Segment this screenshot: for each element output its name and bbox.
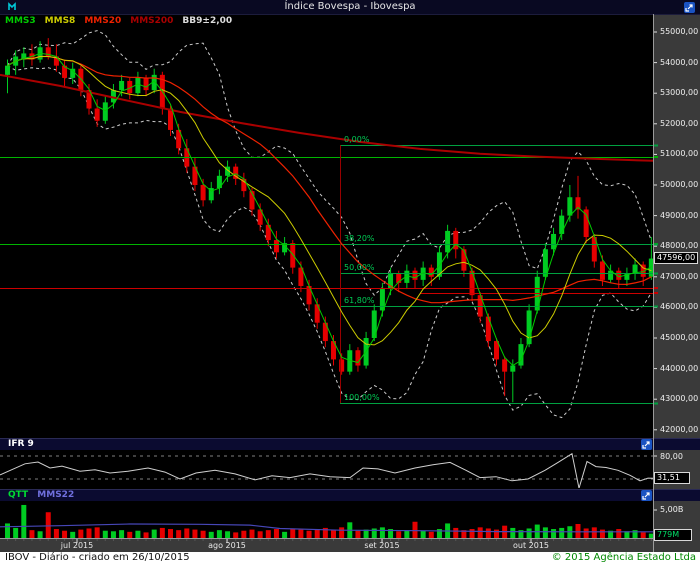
fib-label-100: 100,00%: [344, 393, 380, 403]
legend-mms200: MMS200: [130, 16, 174, 26]
chart-canvas[interactable]: [0, 0, 700, 564]
month-label-jul: jul 2015: [60, 541, 94, 550]
window-title: Índice Bovespa - Ibovespa: [284, 1, 416, 12]
price-axis-label: 42000,00: [660, 424, 699, 434]
fib-label-382: 38,20%: [344, 234, 375, 244]
qtt-expand-icon[interactable]: [641, 490, 652, 501]
legend-mms3: MMS3: [5, 16, 36, 26]
app-icon: [8, 2, 16, 10]
price-axis-label: 55000,00: [660, 27, 699, 36]
volume-scale-label: 5,00B: [660, 505, 684, 514]
ifr-current-box: 31,51: [654, 472, 690, 484]
price-axis-label: 52000,00: [660, 118, 699, 128]
title-bar: Índice Bovespa - Ibovespa: [0, 0, 700, 15]
indicator-legend: MMS3 MMS8 MMS20 MMS200 BB9±2,00: [5, 16, 241, 26]
fib-label-618: 61,80%: [344, 296, 375, 306]
status-copyright: © 2015 Agência Estado Ltda: [551, 552, 696, 563]
ifr-panel-title: IFR 9: [8, 439, 34, 449]
legend-mms20: MMS20: [84, 16, 122, 26]
price-axis-label: 46000,00: [660, 302, 699, 312]
price-axis-label: 43000,00: [660, 394, 699, 404]
ifr-upper-scale-label: 80,00: [660, 452, 683, 461]
month-label-ago: ago 2015: [208, 541, 246, 550]
price-axis-label: 54000,00: [660, 57, 699, 67]
month-label-out: out 2015: [512, 541, 550, 550]
fib-label-50: 50,00%: [344, 263, 375, 273]
ifr-panel-header: IFR 9: [0, 438, 700, 450]
ifr-expand-icon[interactable]: [641, 439, 652, 450]
qtt-ma-label: MMS22: [37, 490, 75, 500]
qtt-panel-header: QTT MMS22: [0, 489, 700, 501]
volume-current-box: 779M: [654, 529, 692, 541]
expand-window-icon[interactable]: [684, 2, 695, 13]
price-axis-label: 47000,00: [660, 271, 699, 281]
price-axis-label: 45000,00: [660, 333, 699, 342]
price-axis-label: 51000,00: [660, 149, 699, 159]
fib-label-0: 0,00%: [344, 135, 370, 145]
current-price-box: 47596,00: [654, 252, 698, 264]
price-axis-label: 50000,00: [660, 180, 699, 189]
price-axis-label: 53000,00: [660, 88, 699, 98]
price-axis-label: 44000,00: [660, 363, 699, 373]
charting-app-window: Índice Bovespa - Ibovespa MMS3 MMS8 MMS20 M…: [0, 0, 700, 564]
status-bar: IBOV - Diário - criado em 26/10/2015 © 2…: [0, 552, 700, 564]
month-label-set: set 2015: [364, 541, 400, 550]
price-axis-label: 49000,00: [660, 210, 699, 220]
legend-bb9: BB9±2,00: [182, 16, 233, 26]
status-instrument-info: IBOV - Diário - criado em 26/10/2015: [5, 552, 190, 563]
time-axis-strip[interactable]: [0, 538, 653, 552]
qtt-panel-title: QTT: [8, 490, 29, 500]
legend-mms8: MMS8: [44, 16, 76, 26]
price-axis-label: 48000,00: [660, 241, 699, 251]
